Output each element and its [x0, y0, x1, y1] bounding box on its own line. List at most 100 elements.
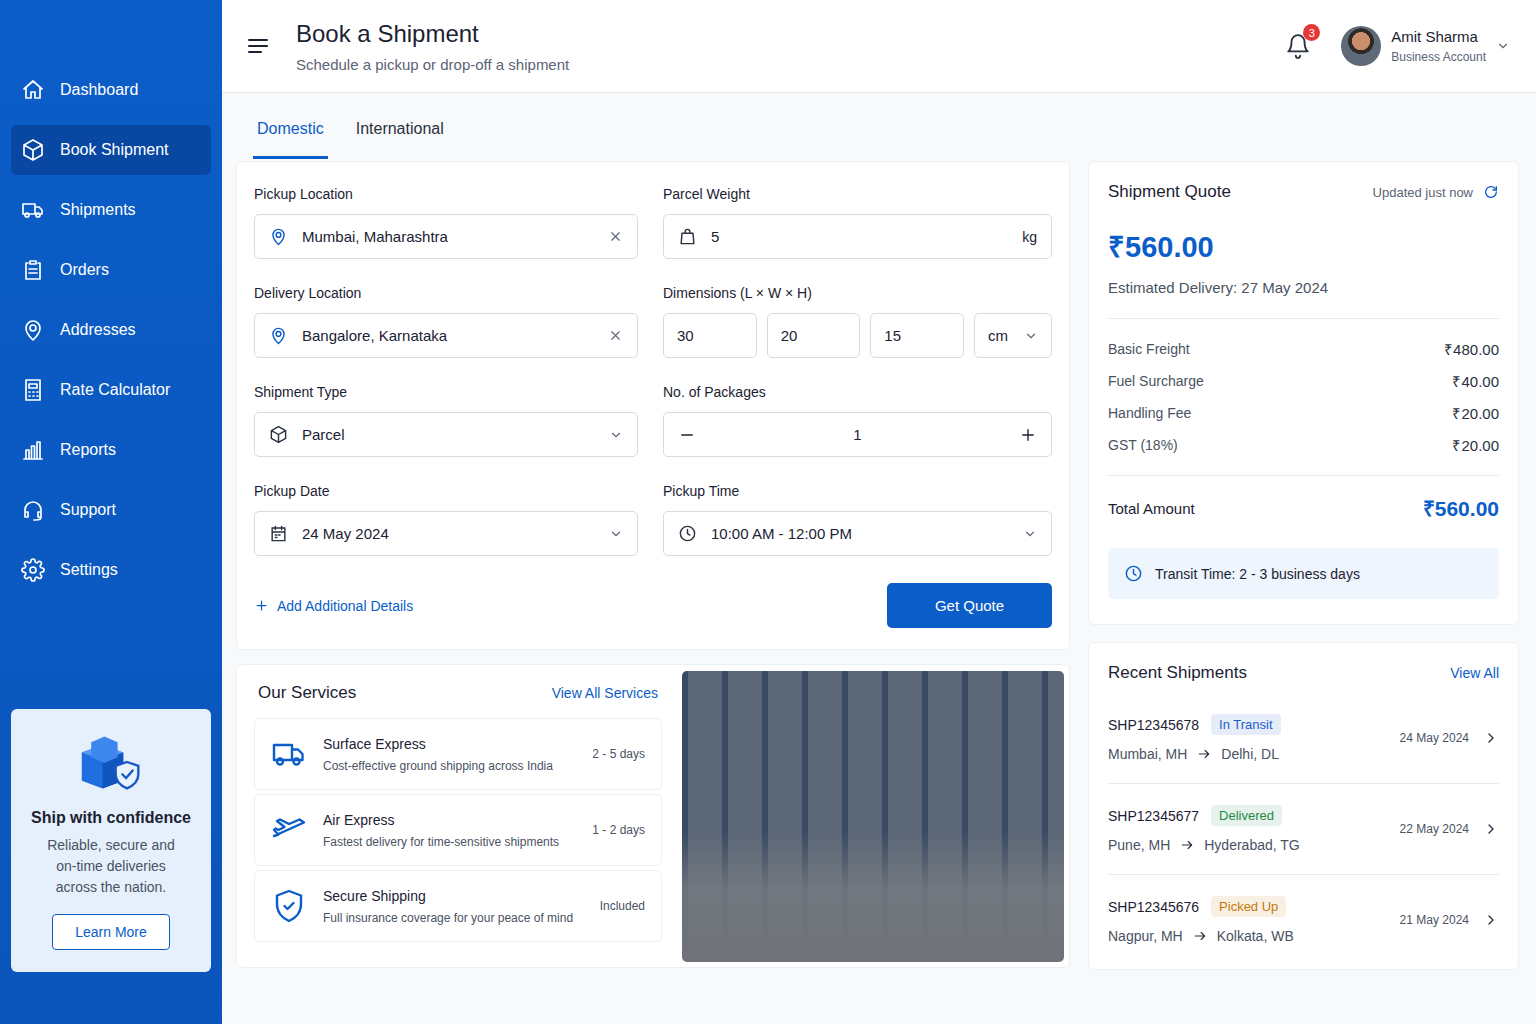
- booking-form: Pickup Location Mumbai, Maharashtra Parc…: [236, 161, 1070, 650]
- pin-icon: [21, 318, 45, 342]
- shipment-date: 21 May 2024: [1400, 913, 1469, 927]
- quote-card: Shipment Quote Updated just now ₹560.00 …: [1088, 161, 1519, 625]
- sidebar-item[interactable]: Reports: [11, 425, 211, 475]
- total-row: Total Amount ₹560.00: [1108, 476, 1499, 548]
- service-description: Fastest delivery for time-sensitive ship…: [323, 835, 576, 849]
- clear-icon[interactable]: [608, 229, 623, 244]
- dimension-input[interactable]: 15: [870, 313, 964, 358]
- learn-more-button[interactable]: Learn More: [52, 914, 170, 950]
- delivery-field: Delivery Location Bangalore, Karnataka: [254, 285, 638, 358]
- shipment-row[interactable]: SHP12345676 Picked Up Nagpur, MH Kolkata…: [1108, 875, 1499, 965]
- add-details-link[interactable]: Add Additional Details: [254, 598, 413, 614]
- arrow-right-icon: [1180, 838, 1194, 852]
- delivery-input[interactable]: Bangalore, Karnataka: [254, 313, 638, 358]
- user-menu[interactable]: Amit Sharma Business Account: [1341, 26, 1510, 66]
- field-value: 15: [884, 327, 950, 344]
- date-select[interactable]: 24 May 2024: [254, 511, 638, 556]
- service-name: Surface Express: [323, 736, 576, 752]
- header: Book a Shipment Schedule a pickup or dro…: [222, 0, 1536, 93]
- form-grid: Pickup Location Mumbai, Maharashtra Parc…: [254, 186, 1052, 556]
- quote-line: Handling Fee ₹20.00: [1108, 397, 1499, 429]
- notification-badge: 3: [1303, 24, 1320, 41]
- minus-icon[interactable]: [678, 426, 696, 444]
- chevron-down-icon: [609, 527, 623, 541]
- weight-unit: kg: [1022, 229, 1037, 245]
- shipment-row[interactable]: SHP12345678 In Transit Mumbai, MH Delhi,…: [1108, 693, 1499, 784]
- weight-input[interactable]: 5 kg: [663, 214, 1052, 259]
- headset-icon: [21, 498, 45, 522]
- plane-icon: [271, 812, 307, 848]
- sidebar-item[interactable]: Book Shipment: [11, 125, 211, 175]
- shipment-top: SHP12345677 Delivered: [1108, 805, 1386, 826]
- shipment-date: 24 May 2024: [1400, 731, 1469, 745]
- service-description: Full insurance coverage for your peace o…: [323, 911, 584, 925]
- sidebar-item[interactable]: Dashboard: [11, 65, 211, 115]
- service-item[interactable]: Secure Shipping Full insurance coverage …: [254, 870, 662, 942]
- line-value: ₹40.00: [1452, 371, 1499, 391]
- chevron-down-icon: [1024, 329, 1038, 343]
- recent-shipments: Recent Shipments View All SHP12345678 In…: [1088, 642, 1519, 970]
- shipment-route: Nagpur, MH Kolkata, WB: [1108, 928, 1386, 944]
- gear-icon: [21, 558, 45, 582]
- shipment-top: SHP12345676 Picked Up: [1108, 896, 1386, 917]
- sidebar-item-label: Rate Calculator: [60, 381, 170, 399]
- sidebar-item[interactable]: Rate Calculator: [11, 365, 211, 415]
- field-label: Dimensions (L × W × H): [663, 285, 1052, 301]
- chevron-down-icon: [609, 428, 623, 442]
- pickup-input[interactable]: Mumbai, Maharashtra: [254, 214, 638, 259]
- field-value: 10:00 AM - 12:00 PM: [711, 525, 1009, 542]
- field-value: 30: [677, 327, 743, 344]
- field-label: Delivery Location: [254, 285, 638, 301]
- route-from: Pune, MH: [1108, 837, 1170, 853]
- time-select[interactable]: 10:00 AM - 12:00 PM: [663, 511, 1052, 556]
- tab[interactable]: International: [352, 99, 448, 159]
- services-title: Our Services: [258, 683, 356, 703]
- shipment-route: Mumbai, MH Delhi, DL: [1108, 746, 1386, 762]
- shield-icon: [271, 888, 307, 924]
- calendar-icon: [269, 524, 288, 543]
- line-label: Basic Freight: [1108, 341, 1190, 357]
- quote-line: Basic Freight ₹480.00: [1108, 333, 1499, 365]
- left-column: Pickup Location Mumbai, Maharashtra Parc…: [236, 161, 1070, 970]
- unit-select[interactable]: cm: [974, 313, 1052, 358]
- menu-icon[interactable]: [246, 34, 270, 58]
- clear-icon[interactable]: [608, 328, 623, 343]
- line-label: Fuel Surcharge: [1108, 373, 1204, 389]
- service-item[interactable]: Surface Express Cost-effective ground sh…: [254, 718, 662, 790]
- updated-label: Updated just now: [1373, 185, 1473, 200]
- plus-icon[interactable]: [1019, 426, 1037, 444]
- service-name: Air Express: [323, 812, 576, 828]
- view-all-link[interactable]: View All: [1450, 665, 1499, 681]
- dimension-input[interactable]: 20: [767, 313, 861, 358]
- notifications-button[interactable]: 3: [1285, 33, 1311, 59]
- line-value: ₹20.00: [1452, 403, 1499, 423]
- packages-stepper[interactable]: 1: [663, 412, 1052, 457]
- shipment-id: SHP12345677: [1108, 808, 1199, 824]
- content: Pickup Location Mumbai, Maharashtra Parc…: [222, 161, 1536, 970]
- service-item[interactable]: Air Express Fastest delivery for time-se…: [254, 794, 662, 866]
- services-header: Our Services View All Services: [254, 671, 662, 718]
- services-card: Our Services View All Services Surface E…: [236, 664, 1070, 968]
- shipment-row[interactable]: SHP12345677 Delivered Pune, MH Hyderabad…: [1108, 784, 1499, 875]
- sidebar-item[interactable]: Settings: [11, 545, 211, 595]
- sidebar-item[interactable]: Orders: [11, 245, 211, 295]
- sidebar-item-label: Dashboard: [60, 81, 138, 99]
- arrow-right-icon: [1197, 747, 1211, 761]
- app: Dashboard Book Shipment Shipments Orders…: [0, 0, 1536, 1024]
- type-select[interactable]: Parcel: [254, 412, 638, 457]
- sidebar-item[interactable]: Addresses: [11, 305, 211, 355]
- page-titles: Book a Shipment Schedule a pickup or dro…: [296, 20, 1259, 73]
- dimension-input[interactable]: 30: [663, 313, 757, 358]
- avatar: [1341, 26, 1381, 66]
- sidebar: Dashboard Book Shipment Shipments Orders…: [0, 0, 222, 1024]
- sidebar-item[interactable]: Support: [11, 485, 211, 535]
- tab[interactable]: Domestic: [253, 99, 328, 159]
- truck-icon: [271, 736, 307, 772]
- quote-lines: Basic Freight ₹480.00 Fuel Surcharge ₹40.…: [1108, 319, 1499, 476]
- sidebar-item[interactable]: Shipments: [11, 185, 211, 235]
- get-quote-button[interactable]: Get Quote: [887, 583, 1052, 628]
- refresh-icon[interactable]: [1483, 184, 1499, 200]
- line-value: ₹480.00: [1444, 339, 1499, 359]
- promo-card: Ship with confidence Reliable, secure an…: [11, 709, 211, 972]
- view-all-services-link[interactable]: View All Services: [552, 685, 658, 701]
